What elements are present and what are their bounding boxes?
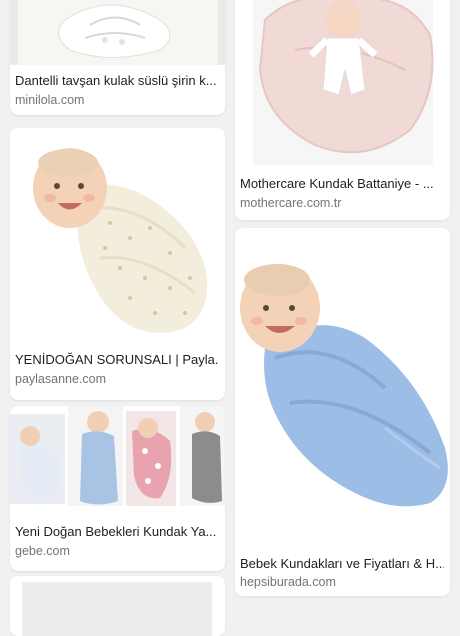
- result-source: hepsiburada.com: [240, 575, 336, 589]
- white-lace-bunny-ear-swaddle-image[interactable]: [10, 0, 225, 65]
- result-title[interactable]: Yeni Doğan Bebekleri Kundak Ya...: [15, 524, 219, 539]
- blue-swaddle-baby-image[interactable]: [235, 228, 450, 546]
- result-title[interactable]: Bebek Kundakları ve Fiyatları & H...: [240, 556, 444, 571]
- pink-swaddle-blanket-image[interactable]: [235, 0, 450, 165]
- result-card[interactable]: Mothercare Kundak Battaniye - ... mother…: [235, 0, 450, 220]
- result-title[interactable]: Dantelli tavşan kulak süslü şirin k...: [15, 73, 219, 88]
- result-source: paylasanne.com: [15, 372, 107, 386]
- result-title[interactable]: Mothercare Kundak Battaniye - ...: [240, 176, 444, 191]
- swaddle-collage-image[interactable]: [10, 406, 225, 511]
- result-title[interactable]: YENİDOĞAN SORUNSALI | Payla...: [15, 352, 219, 367]
- result-source: minilola.com: [15, 93, 85, 107]
- result-card[interactable]: Dantelli tavşan kulak süslü şirin k... m…: [10, 0, 225, 115]
- result-card[interactable]: YENİDOĞAN SORUNSALI | Payla... paylasann…: [10, 128, 225, 400]
- result-source: mothercare.com.tr: [240, 196, 342, 210]
- result-card[interactable]: [10, 576, 225, 636]
- cream-star-swaddle-baby-image[interactable]: [10, 128, 225, 338]
- result-card[interactable]: Bebek Kundakları ve Fiyatları & H... hep…: [235, 228, 450, 596]
- result-image[interactable]: [10, 576, 225, 636]
- result-source: gebe.com: [15, 544, 70, 558]
- result-card[interactable]: Yeni Doğan Bebekleri Kundak Ya... gebe.c…: [10, 406, 225, 571]
